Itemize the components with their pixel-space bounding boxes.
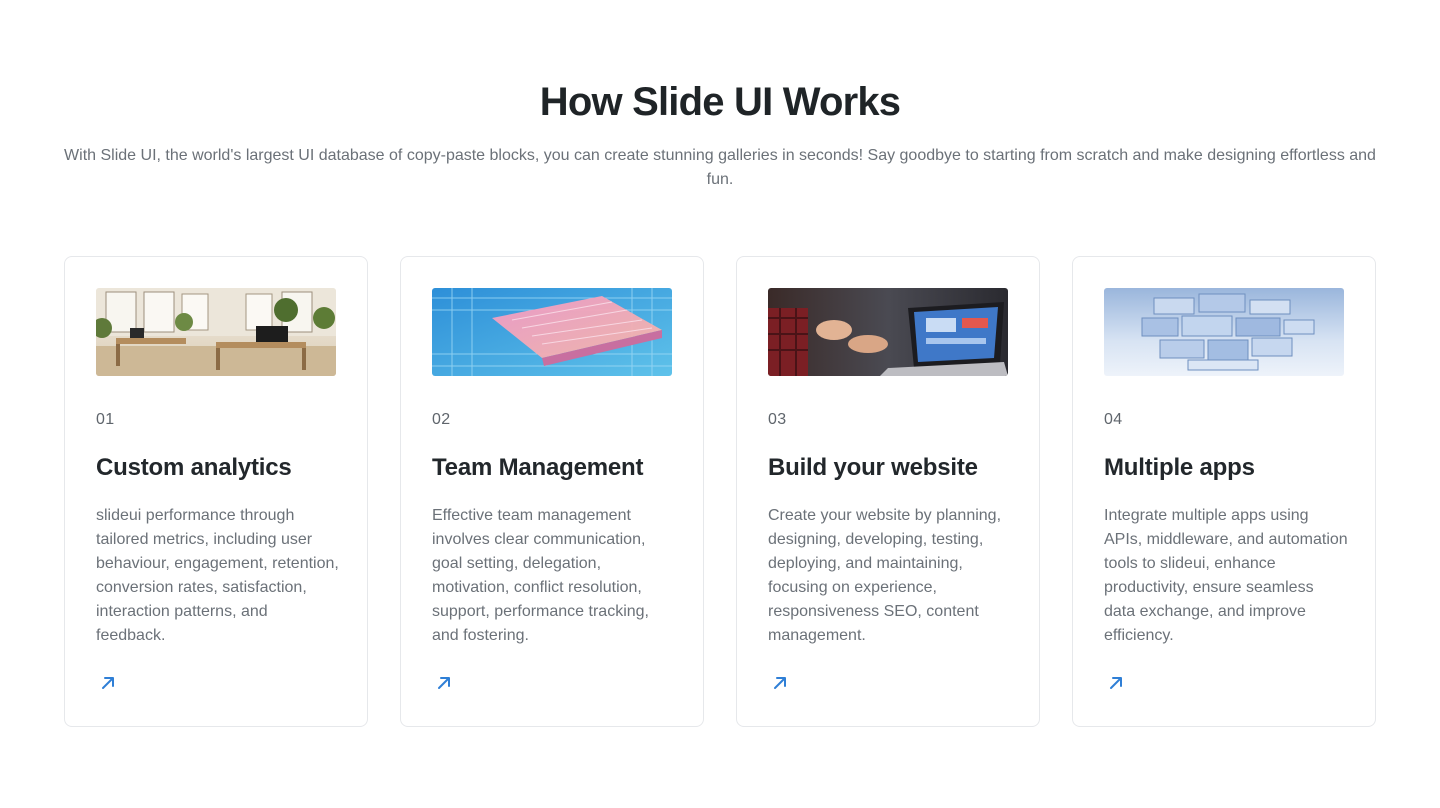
arrow-up-right-icon[interactable] [434, 673, 454, 693]
card-description: Effective team management involves clear… [432, 507, 649, 644]
feature-card-multiple-apps: 04 Multiple apps Integrate multiple apps… [1072, 256, 1376, 727]
arrow-up-right-icon[interactable] [98, 673, 118, 693]
feature-card-custom-analytics: 01 Custom analytics slideui performance … [64, 256, 368, 727]
card-number: 03 [768, 411, 787, 428]
stacked-blocks-image [1104, 288, 1344, 376]
card-title: Team Management [432, 454, 644, 481]
card-description: Create your website by planning, designi… [768, 507, 1002, 644]
arrow-up-right-icon[interactable] [1106, 673, 1126, 693]
card-title: Multiple apps [1104, 454, 1255, 481]
card-description: slideui performance through tailored met… [96, 507, 339, 644]
arrow-up-right-icon[interactable] [770, 673, 790, 693]
card-number: 01 [96, 411, 115, 428]
feature-cards: 01 Custom analytics slideui performance … [64, 256, 1376, 727]
feature-card-build-website: 03 Build your website Create your websit… [736, 256, 1040, 727]
feature-card-team-management: 02 Team Management Effective team manage… [400, 256, 704, 727]
card-title: Custom analytics [96, 454, 292, 481]
card-title: Build your website [768, 454, 978, 481]
section-title: How Slide UI Works [539, 80, 901, 124]
laptop-meeting-image [768, 288, 1008, 376]
card-number: 02 [432, 411, 451, 428]
card-number: 04 [1104, 411, 1123, 428]
how-it-works-section: How Slide UI Works With Slide UI, the wo… [0, 0, 1440, 808]
section-subtitle: With Slide UI, the world's largest UI da… [64, 147, 1376, 188]
circuit-chip-image [432, 288, 672, 376]
office-workspace-image [96, 288, 336, 376]
card-description: Integrate multiple apps using APIs, midd… [1104, 507, 1348, 644]
